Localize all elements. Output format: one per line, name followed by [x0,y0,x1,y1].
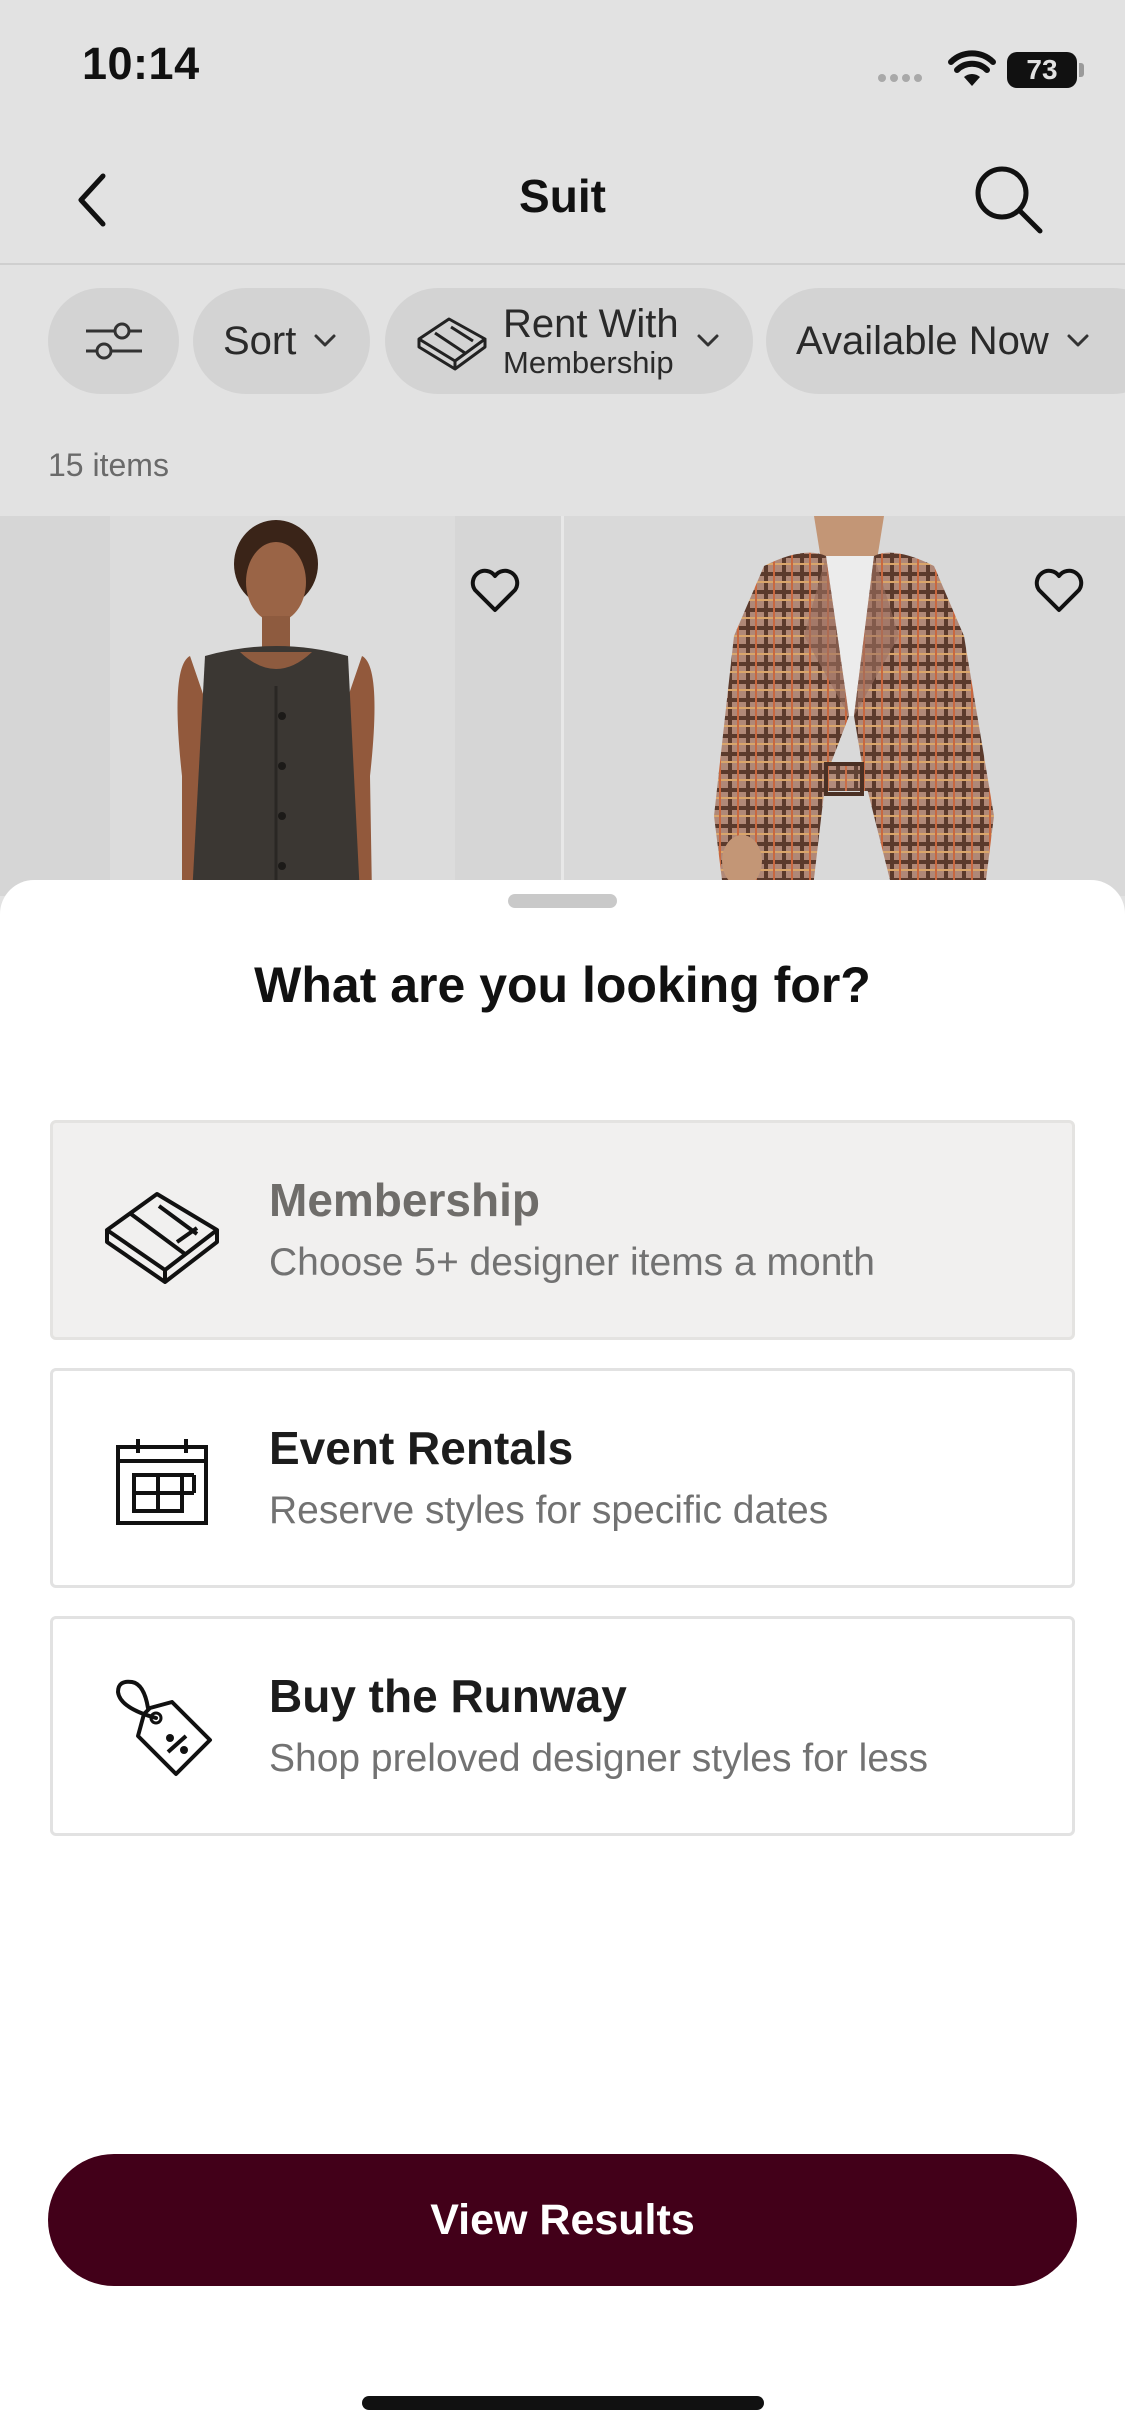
sliders-icon [85,322,142,360]
product-grid [0,516,1125,896]
page-title: Suit [519,170,606,222]
option-buy-the-runway[interactable]: Buy the Runway Shop preloved designer st… [50,1616,1075,1836]
search-icon [975,166,1043,234]
chevron-down-icon [314,334,336,347]
available-now-label: Available Now [796,318,1049,363]
filter-chip-row: Sort Rent With Membership Available Now [0,286,1125,398]
battery-icon: 73 [1007,52,1077,88]
chevron-down-icon [697,334,719,347]
sort-label: Sort [223,318,297,363]
sheet-grabber[interactable] [508,894,617,908]
heart-icon [1034,568,1084,612]
sheet-title: What are you looking for? [254,957,871,1013]
favorite-button[interactable] [460,556,530,626]
product-card[interactable] [564,516,1125,896]
bottom-sheet: What are you looking for? Membership Cho… [0,880,1125,2436]
membership-box-icon [417,317,487,371]
product-card[interactable] [0,516,561,896]
home-indicator [362,2396,764,2410]
battery-cap [1079,63,1084,77]
option-title: Event Rentals [269,1422,574,1474]
option-event-rentals[interactable]: Event Rentals Reserve styles for specifi… [50,1368,1075,1588]
favorite-button[interactable] [1024,556,1094,626]
option-title: Buy the Runway [269,1670,627,1722]
option-description: Reserve styles for specific dates [269,1489,829,1532]
rent-with-sublabel: Membership [503,344,674,380]
sort-chip[interactable]: Sort [193,288,370,394]
battery-level: 73 [1026,54,1058,85]
chevron-down-icon [1067,334,1089,347]
wifi-icon [948,50,996,86]
calendar-icon [101,1421,223,1543]
option-membership[interactable]: Membership Choose 5+ designer items a mo… [50,1120,1075,1340]
status-bar: 10:14 73 [0,0,1125,135]
status-time: 10:14 [82,38,200,89]
rent-with-chip[interactable]: Rent With Membership [385,288,753,394]
price-tag-icon [101,1669,223,1791]
rent-with-label: Rent With [503,301,679,346]
view-results-button[interactable]: View Results [48,2154,1077,2286]
heart-icon [470,568,520,612]
option-description: Shop preloved designer styles for less [269,1737,929,1780]
membership-box-icon [101,1173,223,1295]
search-button[interactable] [968,159,1048,239]
filter-settings-chip[interactable] [48,288,179,394]
cellular-signal-icon [878,74,922,82]
nav-bar: Suit [0,135,1125,265]
available-now-chip[interactable]: Available Now [766,288,1125,394]
option-description: Choose 5+ designer items a month [269,1241,875,1284]
option-title: Membership [269,1174,540,1226]
items-count: 15 items [48,447,169,483]
